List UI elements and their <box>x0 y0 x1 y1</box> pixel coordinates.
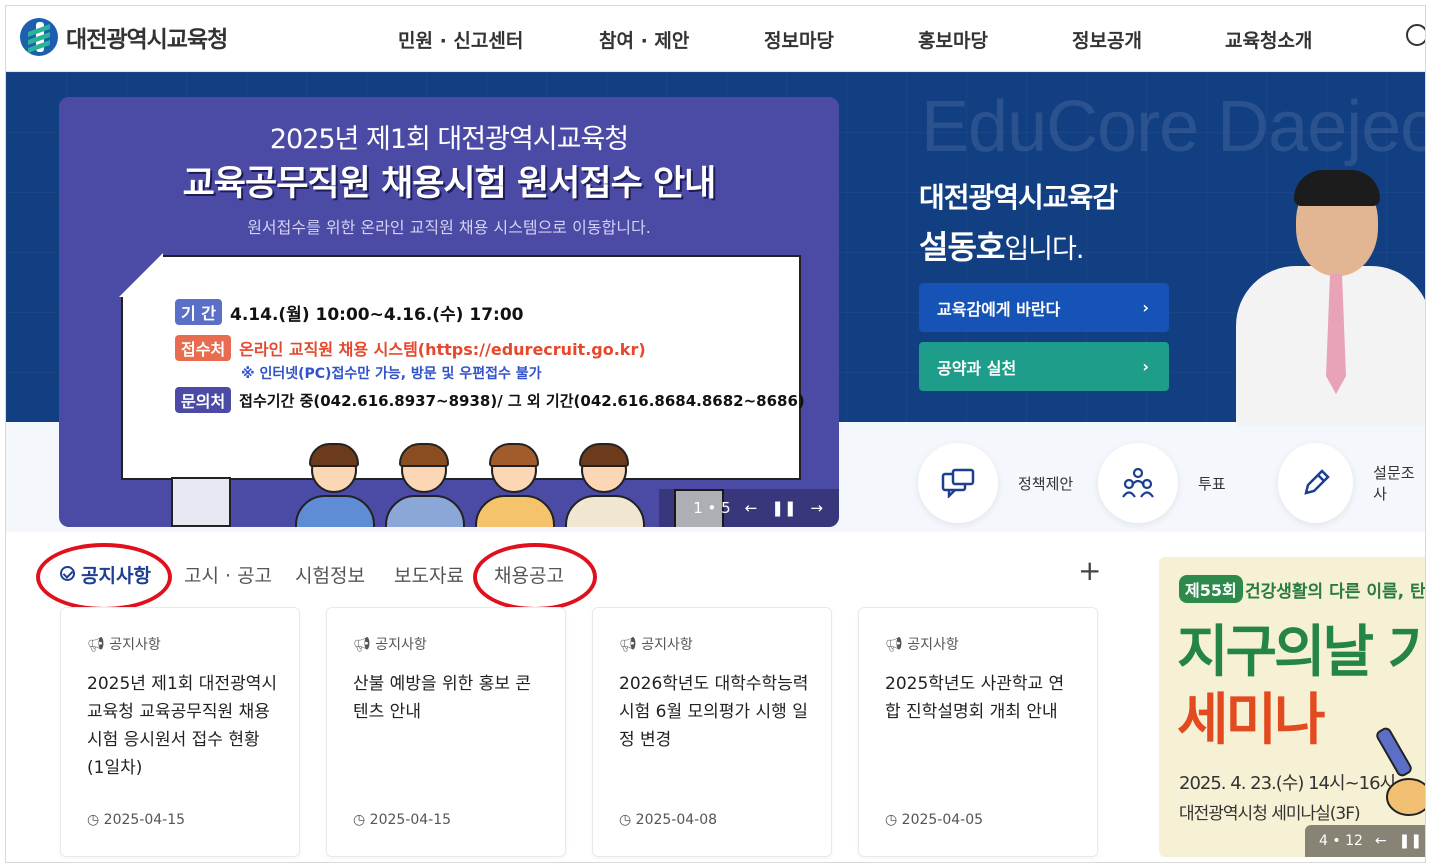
pause-icon[interactable]: ❚❚ <box>1399 833 1422 849</box>
notice-card[interactable]: 📢︎ 공지사항 산불 예방을 위한 홍보 콘텐츠 안내 ◷ 2025-04-15 <box>326 607 566 857</box>
nav-item-disclosure[interactable]: 정보공개 <box>1072 26 1142 53</box>
site-header: 대전광역시교육청 민원 · 신고센터 참여 · 제안 정보마당 홍보마당 정보공… <box>6 6 1425 72</box>
notice-card[interactable]: 📢︎ 공지사항 2026학년도 대학수학능력시험 6월 모의평가 시행 일정 변… <box>592 607 832 857</box>
tab-press[interactable]: 보도자료 <box>394 561 464 588</box>
card-date: ◷ 2025-04-05 <box>885 812 984 828</box>
clock-icon: ◷ <box>885 812 902 828</box>
card-title: 2026학년도 대학수학능력시험 6월 모의평가 시행 일정 변경 <box>619 674 809 750</box>
pause-icon[interactable]: ❚❚ <box>771 499 796 517</box>
clock-icon: ◷ <box>619 812 636 828</box>
megaphone-icon: 📢︎ <box>353 637 376 653</box>
side-banner-counter: 4 • 12 <box>1319 833 1363 849</box>
card-title: 2025년 제1회 대전광역시교육청 교육공무직원 채용시험 응시원서 접수 현… <box>87 674 278 778</box>
nav-item-pr[interactable]: 홍보마당 <box>918 26 988 53</box>
pledges-button[interactable]: 공약과 실천 › <box>919 342 1169 391</box>
superintendent-name-line: 설동호입니다. <box>919 222 1084 268</box>
event-title-2: 세미나 <box>1177 688 1326 753</box>
event-place: 대전광역시청 세미나실(3F) <box>1179 804 1361 824</box>
quick-vote[interactable]: 투표 <box>1098 443 1226 523</box>
place-tag: 접수처 <box>175 335 232 361</box>
quick-policy[interactable]: 정책제안 <box>918 443 1073 523</box>
banner-subtitle: 원서접수를 위한 온라인 교직원 채용 시스템으로 이동합니다. <box>247 218 651 237</box>
event-badge: 제55회 <box>1179 575 1243 603</box>
site-logo[interactable]: 대전광역시교육청 <box>20 18 228 56</box>
card-category: 📢︎ 공지사항 <box>353 637 427 653</box>
earth-day-banner[interactable]: 제55회 건강생활의 다른 이름, 탄소중립 지구의날 기념 세미나 2025.… <box>1159 557 1426 857</box>
chat-icon <box>918 443 998 523</box>
banner-headline: 교육공무직원 채용시험 원서접수 안내 <box>182 164 717 204</box>
megaphone-icon: 📢︎ <box>619 637 642 653</box>
clock-icon: ◷ <box>87 812 104 828</box>
superintendent-name-suffix: 입니다. <box>1004 234 1084 265</box>
quick-survey[interactable]: 설문조사 <box>1278 443 1425 523</box>
megaphone-icon: 📢︎ <box>885 637 908 653</box>
banner-title: 2025년 제1회 대전광역시교육청 <box>269 124 629 155</box>
period-tag: 기 간 <box>175 299 223 325</box>
nav-item-info[interactable]: 정보마당 <box>764 26 834 53</box>
logo-icon <box>20 18 58 56</box>
prev-arrow-icon[interactable]: ← <box>745 499 758 517</box>
ask-superintendent-label: 교육감에게 바란다 <box>937 299 1061 319</box>
nav-item-participation[interactable]: 참여 · 제안 <box>599 26 689 53</box>
search-icon[interactable] <box>1406 24 1425 46</box>
banner-counter: 1 • 5 <box>693 499 731 517</box>
people-illustration <box>209 427 709 527</box>
chevron-right-icon: › <box>1142 298 1149 317</box>
contact-text: 접수기간 중(042.616.8937~8938)/ 그 외 기간(042.61… <box>239 391 805 410</box>
hero-bg-text: EduCore Daejeon <box>921 87 1426 167</box>
tab-exam-info[interactable]: 시험정보 <box>295 561 365 588</box>
card-category: 📢︎ 공지사항 <box>885 637 959 653</box>
logo-text: 대전광역시교육청 <box>66 27 228 53</box>
quick-label-survey: 설문조사 <box>1373 464 1415 503</box>
nav-item-civil[interactable]: 민원 · 신고센터 <box>398 26 523 53</box>
superintendent-name: 설동호 <box>919 228 1005 266</box>
notice-card[interactable]: 📢︎ 공지사항 2025년 제1회 대전광역시교육청 교육공무직원 채용시험 응… <box>60 607 300 857</box>
card-date: ◷ 2025-04-08 <box>619 812 718 828</box>
more-plus-button[interactable]: + <box>1078 554 1101 587</box>
period-text: 4.14.(월) 10:00~4.16.(수) 17:00 <box>230 304 524 325</box>
highlight-circle-recruitment <box>473 543 597 611</box>
prev-arrow-icon[interactable]: ← <box>1375 833 1387 849</box>
card-category: 📢︎ 공지사항 <box>619 637 693 653</box>
notice-card[interactable]: 📢︎ 공지사항 2025학년도 사관학교 연합 진학설명회 개최 안내 ◷ 20… <box>858 607 1098 857</box>
quick-label-vote: 투표 <box>1198 474 1226 493</box>
place-text: 온라인 교직원 채용 시스템(https://edurecruit.go.kr) <box>239 340 646 359</box>
nav-item-about[interactable]: 교육청소개 <box>1225 26 1312 53</box>
card-category: 📢︎ 공지사항 <box>87 637 161 653</box>
side-banner-controls: 4 • 12 ← ❚❚ <box>1305 825 1425 857</box>
card-title: 산불 예방을 위한 홍보 콘텐츠 안내 <box>353 674 532 722</box>
contact-tag: 문의처 <box>175 387 232 413</box>
card-date: ◷ 2025-04-15 <box>353 812 452 828</box>
banner-controls: 1 • 5 ← ❚❚ → <box>659 489 839 527</box>
superintendent-title: 대전광역시교육감 <box>919 181 1118 214</box>
event-date: 2025. 4. 23.(수) 14시~16시 <box>1179 773 1396 794</box>
tab-announcement[interactable]: 고시 · 공고 <box>184 561 272 588</box>
megaphone-icon: 📢︎ <box>87 637 110 653</box>
highlight-circle-notice <box>36 543 172 611</box>
quick-label-policy: 정책제안 <box>1018 474 1074 493</box>
clock-icon: ◷ <box>353 812 370 828</box>
note-text: ※ 인터넷(PC)접수만 가능, 방문 및 우편접수 불가 <box>241 366 542 382</box>
main-banner[interactable]: 2025년 제1회 대전광역시교육청 교육공무직원 채용시험 원서접수 안내 원… <box>59 97 839 527</box>
superintendent-photo <box>1236 166 1425 426</box>
pledges-label: 공약과 실천 <box>937 358 1017 378</box>
card-date: ◷ 2025-04-15 <box>87 812 186 828</box>
pencil-icon <box>1278 443 1354 523</box>
next-arrow-icon[interactable]: → <box>810 499 823 517</box>
browser-viewport: 대전광역시교육청 민원 · 신고센터 참여 · 제안 정보마당 홍보마당 정보공… <box>5 5 1426 863</box>
ask-superintendent-button[interactable]: 교육감에게 바란다 › <box>919 283 1169 332</box>
people-icon <box>1098 443 1178 523</box>
event-subtitle: 건강생활의 다른 이름, 탄소중립 <box>1245 582 1426 602</box>
card-title: 2025학년도 사관학교 연합 진학설명회 개최 안내 <box>885 674 1065 722</box>
telescope-icon <box>1376 727 1425 816</box>
chevron-right-icon: › <box>1142 357 1149 376</box>
